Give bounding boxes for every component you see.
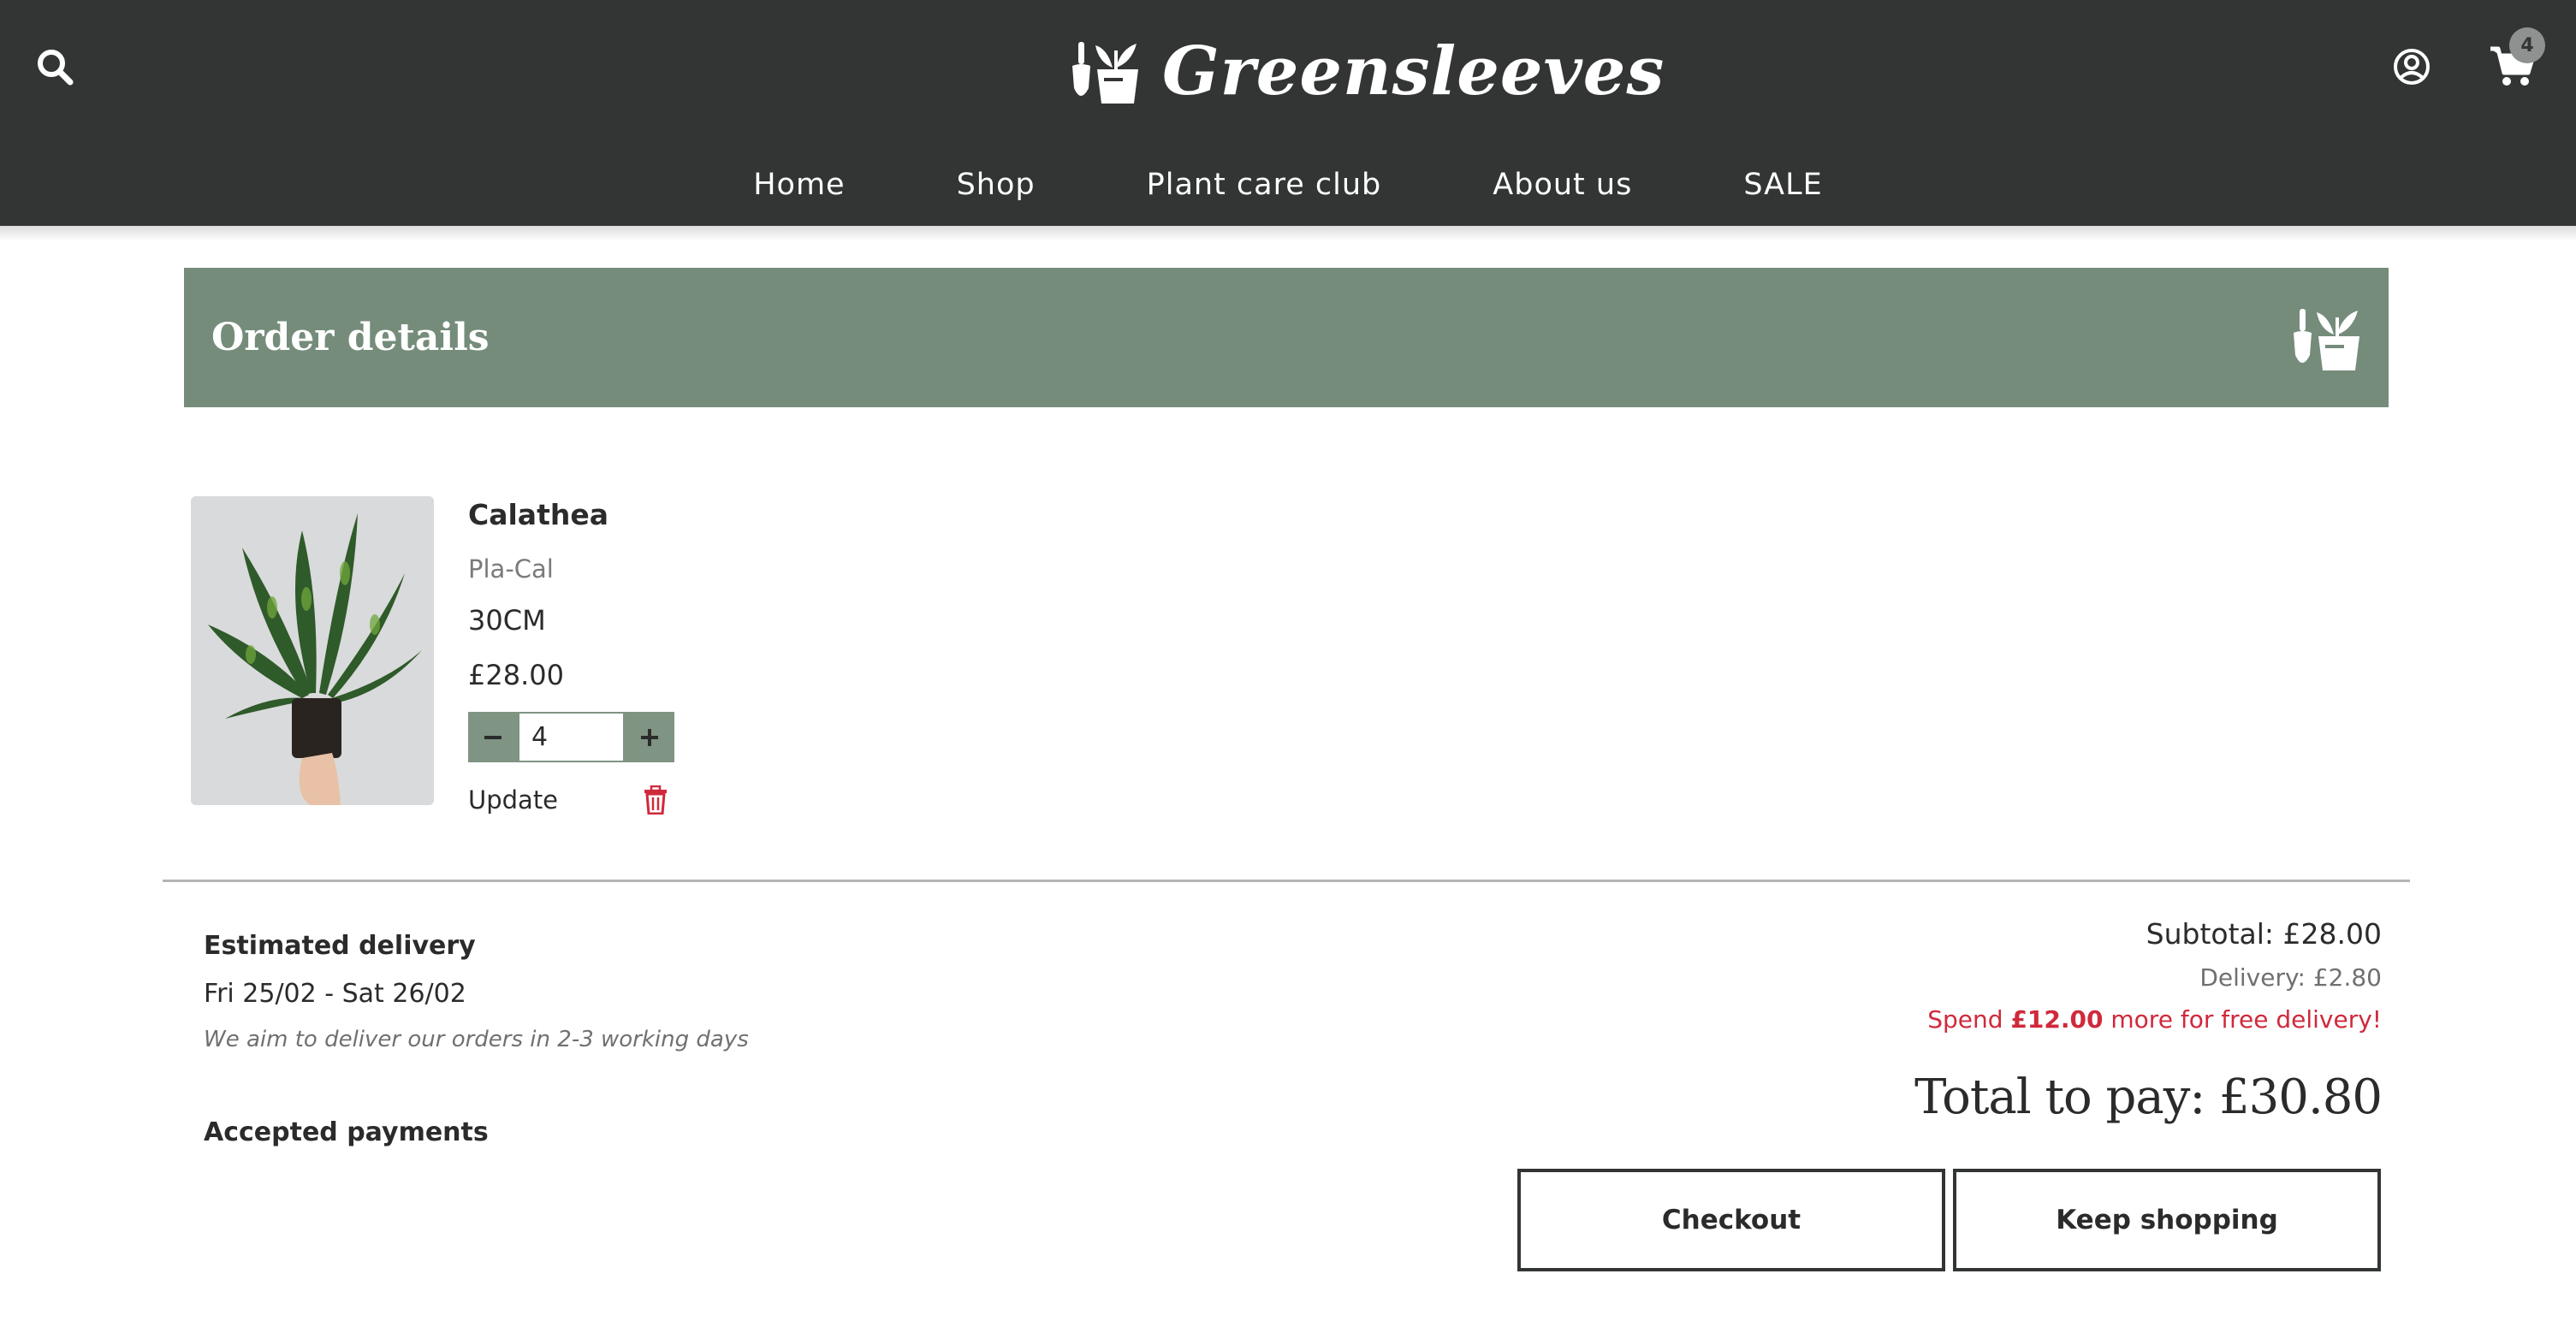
free-delivery-amount: £12.00 [2010,1005,2104,1034]
quantity-stepper [468,712,674,762]
delivery-note: We aim to deliver our orders in 2-3 work… [204,1027,749,1052]
site-logo[interactable]: Greensleeves [1070,24,1665,118]
main-nav: Home Shop Plant care club About us SALE [0,159,2576,210]
keep-shopping-button[interactable]: Keep shopping [1953,1169,2381,1271]
checkout-button[interactable]: Checkout [1517,1169,1945,1271]
accepted-payments-heading: Accepted payments [204,1117,489,1147]
product-price: £28.00 [468,659,564,691]
nav-item-shop[interactable]: Shop [957,159,1036,210]
free-delivery-prefix: Spend [1927,1005,2011,1034]
nav-item-plant-care-club[interactable]: Plant care club [1147,159,1382,210]
nav-item-home[interactable]: Home [753,159,845,210]
total-to-pay: Total to pay: £30.80 [1914,1069,2383,1125]
product-sku: Pla-Cal [468,554,554,584]
account-icon[interactable] [2388,43,2436,91]
quantity-input[interactable] [518,712,625,762]
brand-name: Greensleeves [1162,32,1665,110]
trash-icon[interactable] [644,785,668,815]
nav-item-sale[interactable]: SALE [1743,159,1822,210]
trowel-plant-logo-icon [1072,42,1138,104]
nav-item-about-us[interactable]: About us [1493,159,1632,210]
update-link[interactable]: Update [468,785,558,815]
delivery-cost: Delivery: £2.80 [2199,963,2382,992]
product-image[interactable] [191,496,434,805]
order-details-banner: Order details [184,268,2389,407]
minus-icon [484,735,502,739]
site-header: Greensleeves 4 Home Shop Plant care club… [0,0,2576,226]
search-icon[interactable] [31,43,79,91]
section-divider [163,880,2410,882]
quantity-increase-button[interactable] [625,712,674,762]
free-delivery-suffix: more for free delivery! [2103,1005,2382,1034]
cart-count-badge: 4 [2509,27,2545,63]
estimated-delivery-heading: Estimated delivery [204,931,476,961]
subtotal: Subtotal: £28.00 [2146,917,2382,951]
plus-icon [641,728,658,746]
estimated-delivery-dates: Fri 25/02 - Sat 26/02 [204,979,466,1009]
header-shadow [0,226,2576,241]
quantity-decrease-button[interactable] [468,712,518,762]
free-delivery-message: Spend £12.00 more for free delivery! [1927,1005,2382,1034]
page-title: Order details [211,316,490,359]
trowel-plant-icon [2294,309,2359,370]
product-name[interactable]: Calathea [468,498,608,531]
product-size: 30CM [468,604,546,637]
